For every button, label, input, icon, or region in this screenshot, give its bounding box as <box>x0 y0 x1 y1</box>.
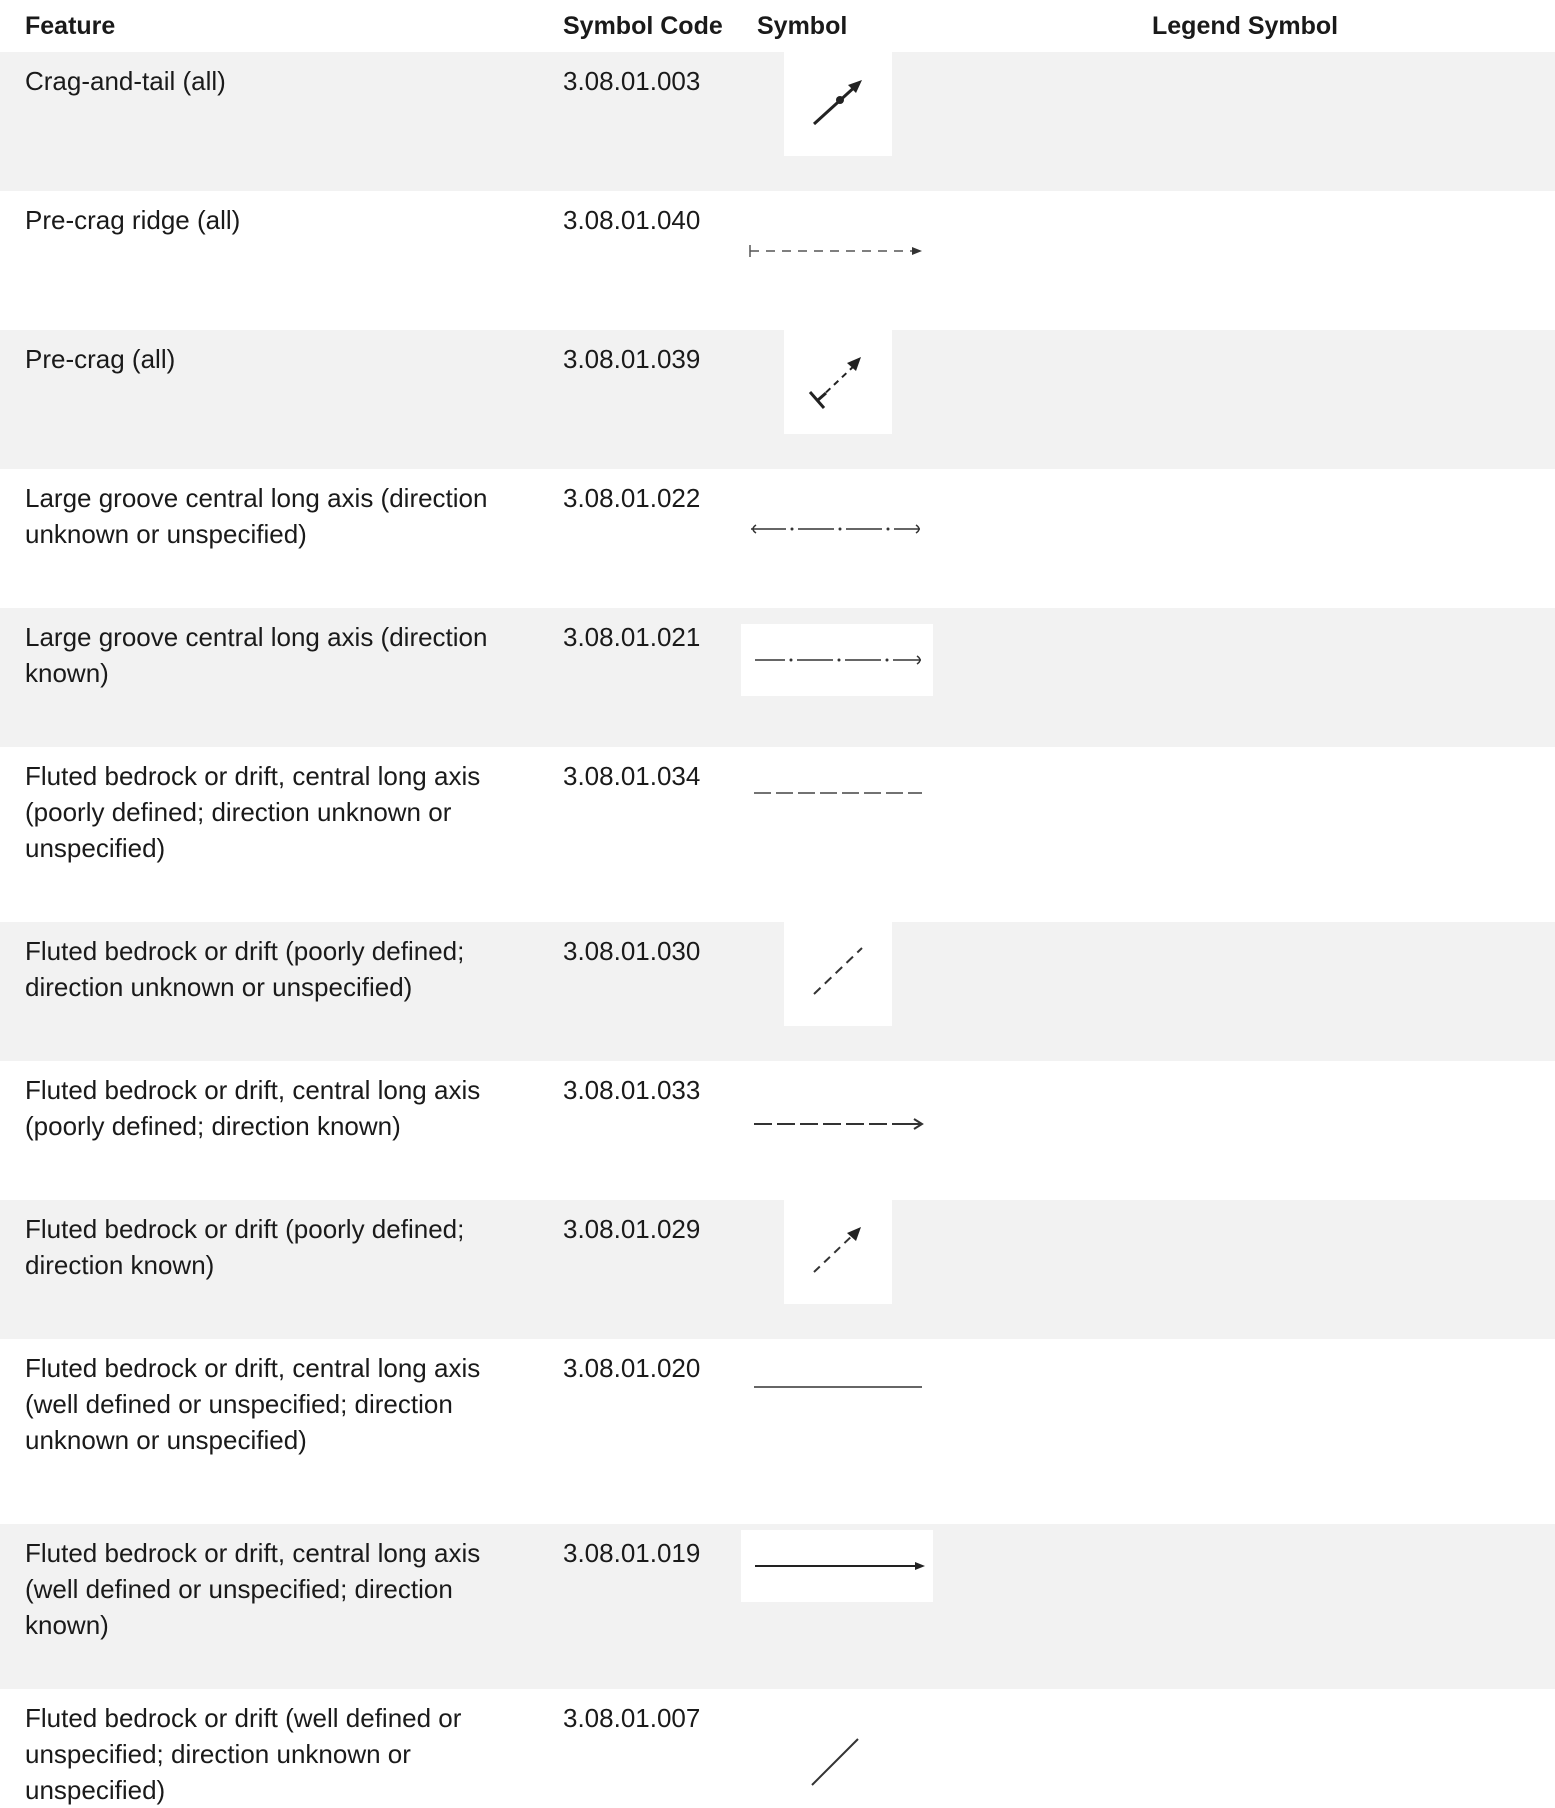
table-row: Fluted bedrock or drift, central long ax… <box>0 1524 1555 1689</box>
table-row: Fluted bedrock or drift, central long ax… <box>0 1339 1555 1524</box>
symbol-code-cell: 3.08.01.029 <box>563 1214 701 1244</box>
header-feature: Feature <box>25 12 116 40</box>
feature-cell: Fluted bedrock or drift (poorly defined;… <box>25 1214 465 1280</box>
feature-cell: Pre-crag (all) <box>25 344 176 374</box>
header-symbol: Symbol <box>757 12 848 40</box>
symbol-code-cell: 3.08.01.020 <box>563 1353 701 1383</box>
feature-cell: Pre-crag ridge (all) <box>25 205 241 235</box>
table-row: Fluted bedrock or drift, central long ax… <box>0 747 1555 922</box>
symbol-code-cell: 3.08.01.033 <box>563 1075 701 1105</box>
table-row: Crag-and-tail (all) 3.08.01.003 <box>0 52 1555 191</box>
header-symbol-code: Symbol Code <box>563 12 723 40</box>
symbol-code-cell: 3.08.01.003 <box>563 66 701 96</box>
table-row: Fluted bedrock or drift, central long ax… <box>0 1061 1555 1200</box>
table-row: Fluted bedrock or drift (poorly defined;… <box>0 1200 1555 1339</box>
feature-cell: Fluted bedrock or drift, central long ax… <box>25 1353 481 1455</box>
symbol-code-cell: 3.08.01.034 <box>563 761 701 791</box>
header-legend-symbol: Legend Symbol <box>1152 12 1339 40</box>
feature-cell: Large groove central long axis (directio… <box>25 622 488 688</box>
symbol-code-cell: 3.08.01.021 <box>563 622 701 652</box>
feature-cell: Large groove central long axis (directio… <box>25 483 488 549</box>
symbol-code-cell: 3.08.01.030 <box>563 936 701 966</box>
feature-cell: Fluted bedrock or drift (poorly defined;… <box>25 936 465 1002</box>
table-row: Fluted bedrock or drift (well defined or… <box>0 1689 1555 1805</box>
table-header: Feature Symbol Code Symbol Legend Symbol <box>0 0 1555 52</box>
feature-cell: Fluted bedrock or drift, central long ax… <box>25 761 481 863</box>
table-row: Pre-crag (all) 3.08.01.039 <box>0 330 1555 469</box>
table-row: Large groove central long axis (directio… <box>0 469 1555 608</box>
symbol-code-cell: 3.08.01.022 <box>563 483 701 513</box>
feature-cell: Crag-and-tail (all) <box>25 66 226 96</box>
table-row: Large groove central long axis (directio… <box>0 608 1555 747</box>
feature-cell: Fluted bedrock or drift, central long ax… <box>25 1538 481 1640</box>
feature-cell: Fluted bedrock or drift (well defined or… <box>25 1703 462 1805</box>
table-row: Fluted bedrock or drift (poorly defined;… <box>0 922 1555 1061</box>
symbol-code-cell: 3.08.01.019 <box>563 1538 701 1568</box>
feature-cell: Fluted bedrock or drift, central long ax… <box>25 1075 481 1141</box>
symbol-code-cell: 3.08.01.039 <box>563 344 701 374</box>
symbol-code-cell: 3.08.01.040 <box>563 205 701 235</box>
symbol-code-cell: 3.08.01.007 <box>563 1703 701 1733</box>
table-row: Pre-crag ridge (all) 3.08.01.040 <box>0 191 1555 330</box>
